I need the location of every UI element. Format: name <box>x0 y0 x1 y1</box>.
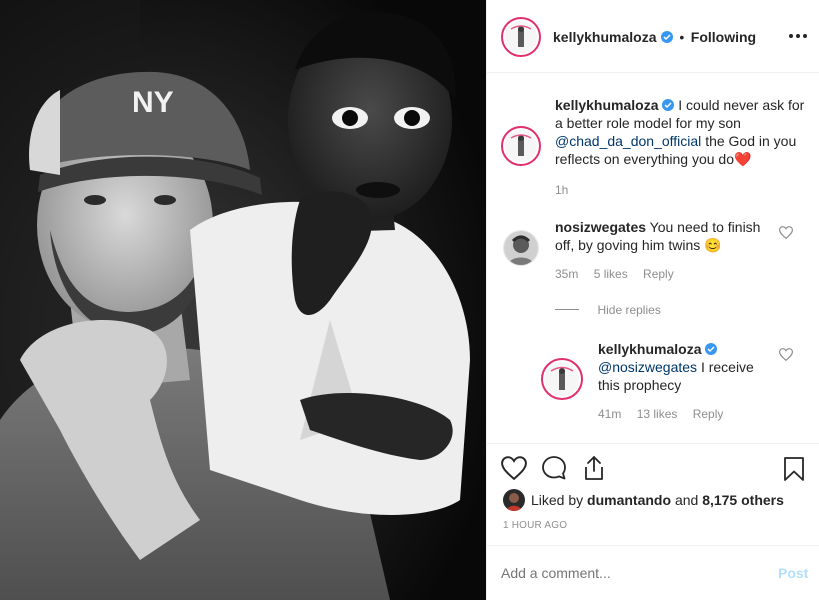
liked-by-others[interactable]: 8,175 others <box>702 492 784 508</box>
following-button[interactable]: Following <box>691 29 756 45</box>
reply-username[interactable]: kellykhumaloza <box>598 341 702 357</box>
reply-mention[interactable]: @nosizwegates <box>598 359 697 375</box>
avatar-image <box>504 231 538 265</box>
verified-badge-icon <box>662 99 675 111</box>
hide-replies-toggle[interactable]: Hide replies <box>555 301 661 319</box>
likes-summary: Liked by dumantando and 8,175 others <box>531 491 784 509</box>
caption-username[interactable]: kellykhumaloza <box>555 97 659 113</box>
like-heart-icon[interactable] <box>501 456 527 485</box>
post-details-panel: kellykhumaloza • Following kellykhumaloz… <box>486 0 819 600</box>
author-username[interactable]: kellykhumaloza <box>553 29 657 45</box>
author-avatar[interactable] <box>501 17 541 57</box>
reply-time[interactable]: 41m <box>598 407 621 421</box>
reply-avatar[interactable] <box>541 358 583 400</box>
comment-bubble-icon[interactable] <box>541 455 567 486</box>
hide-replies-label: Hide replies <box>597 303 661 317</box>
verified-badge-icon <box>705 343 718 355</box>
verified-badge-icon <box>660 31 673 43</box>
avatar-image <box>505 21 537 53</box>
hide-replies-line <box>555 309 579 311</box>
smile-emoji: 😊 <box>704 237 722 253</box>
post-image: NY <box>0 0 486 600</box>
header-separator: • <box>679 29 685 45</box>
like-reply-heart-icon[interactable] <box>778 348 794 366</box>
caption-mention[interactable]: @chad_da_don_official <box>555 133 701 149</box>
comment-username[interactable]: nosizwegates <box>555 219 646 235</box>
reply-text: kellykhumaloza @nosizwegates I receive t… <box>598 340 770 394</box>
avatar-image <box>503 489 525 511</box>
avatar-image <box>545 362 579 396</box>
post-timestamp[interactable]: 1 HOUR AGO <box>503 520 567 531</box>
add-comment-input[interactable] <box>501 562 756 584</box>
caption-text: kellykhumaloza I could never ask for a b… <box>555 96 807 168</box>
post-header: kellykhumaloza • Following <box>487 0 819 73</box>
comment-meta: 35m 5 likes Reply <box>555 267 674 281</box>
reply-likes[interactable]: 13 likes <box>637 407 678 421</box>
share-icon[interactable] <box>582 455 606 486</box>
bookmark-icon[interactable] <box>783 456 805 487</box>
comment-text: nosizwegates You need to finish off, by … <box>555 218 770 254</box>
heart-emoji: ❤️ <box>734 151 752 167</box>
liked-by-and: and <box>674 492 699 508</box>
more-options-icon[interactable] <box>786 26 810 46</box>
post-photo[interactable]: NY <box>0 0 486 600</box>
cap-logo: NY <box>132 86 174 119</box>
comment-composer: Post <box>487 545 819 600</box>
commenter-avatar[interactable] <box>503 230 539 266</box>
caption-time[interactable]: 1h <box>555 183 568 197</box>
comment-time[interactable]: 35m <box>555 267 578 281</box>
post-comment-button[interactable]: Post <box>778 565 808 581</box>
comment-likes[interactable]: 5 likes <box>594 267 628 281</box>
caption-avatar[interactable] <box>501 126 541 166</box>
divider <box>487 443 819 444</box>
comment-reply-button[interactable]: Reply <box>643 267 674 281</box>
reply-reply-button[interactable]: Reply <box>693 407 724 421</box>
liked-by-user[interactable]: dumantando <box>587 492 671 508</box>
liker-avatar[interactable] <box>503 489 525 511</box>
avatar-image <box>505 130 537 162</box>
liked-by-prefix: Liked by <box>531 492 584 508</box>
like-comment-heart-icon[interactable] <box>778 226 794 244</box>
reply-meta: 41m 13 likes Reply <box>598 407 723 421</box>
